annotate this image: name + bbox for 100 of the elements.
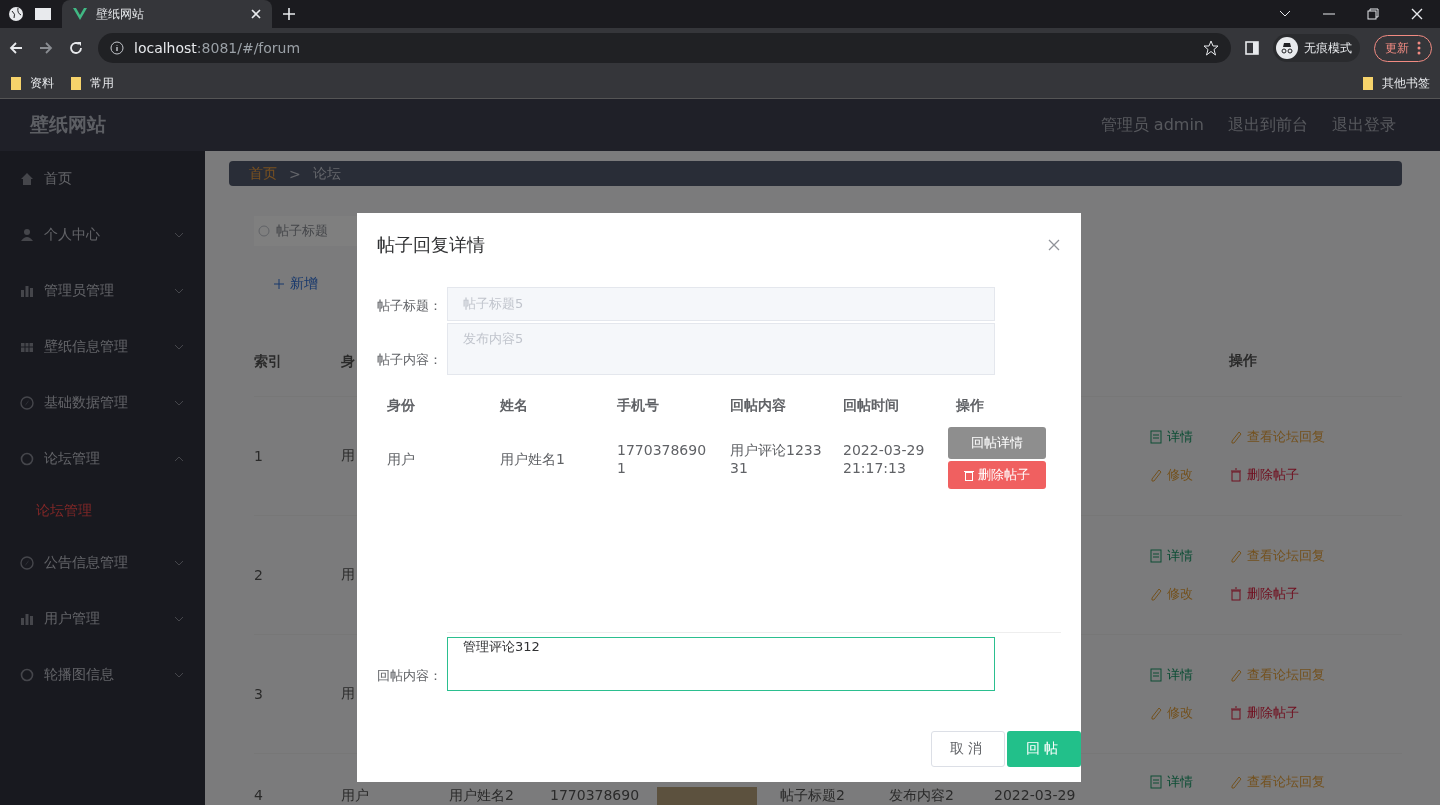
url-text: localhost:8081/#/forum [134,40,301,56]
table-cell: 2022-03-29 [994,787,1076,803]
sidebar-item[interactable]: 管理员管理 [0,263,205,319]
trash-icon [1229,587,1243,601]
column-header: 回帖内容 [730,397,786,415]
trash-icon [1229,468,1243,482]
search-icon [258,225,270,237]
breadcrumb-link[interactable]: 论坛 [312,164,341,183]
action-link[interactable]: 修改 [1149,585,1229,603]
compass-icon [20,396,34,410]
column-header: 身 [341,352,355,370]
breadcrumb-link[interactable]: 首页 [249,164,277,183]
action-link[interactable]: 修改 [1149,466,1229,484]
table-cell: 用户 [341,787,369,803]
pencil-icon [1149,706,1163,720]
close-button[interactable] [1047,238,1061,252]
action-link[interactable]: 详情 [1149,547,1229,565]
trash-icon [963,469,974,481]
table-cell: 用 [341,566,355,584]
table-cell: 4 [254,787,263,803]
bookmark[interactable]: 资料 [10,74,54,92]
star-icon [1203,40,1219,56]
sidebar-item[interactable]: 壁纸信息管理 [0,319,205,375]
sidebar-item[interactable]: 基础数据管理 [0,375,205,431]
sidebar-item[interactable]: 轮播图信息 [0,647,205,703]
sidebar-item[interactable]: 首页 [0,151,205,207]
document-icon [1149,668,1163,682]
reload-icon [68,40,84,56]
add-button[interactable]: 新增 [268,274,338,294]
sidebar-item[interactable]: 论坛管理 [0,431,205,487]
document-icon [1149,549,1163,563]
table-cell: 3 [254,686,263,702]
breadcrumb-separator: > [289,165,301,182]
ring-icon [20,452,34,466]
address-bar[interactable]: localhost:8081/#/forum [98,33,1231,63]
column-header: 操作 [956,397,984,415]
sidebar-item[interactable]: 个人中心 [0,207,205,263]
bar-chart-icon [20,612,34,626]
table-cell: 用 [341,685,355,703]
pencil-icon [1229,430,1243,444]
window-icon [34,6,52,22]
action-link[interactable]: 查看论坛回复 [1229,547,1349,565]
table-cell: 用户姓名2 [449,787,514,803]
more-icon[interactable] [1417,41,1421,55]
document-icon [1149,775,1163,789]
pencil-icon [1229,549,1243,563]
info-icon [110,41,124,55]
site-title: 壁纸网站 [30,112,106,137]
column-header: 回帖时间 [843,397,899,415]
side-panel-icon [1245,41,1259,55]
v-logo-icon [72,6,88,22]
table-cell: 2 [254,567,263,583]
action-link[interactable]: 删除帖子 [1229,704,1349,722]
action-link[interactable]: 删除帖子 [1229,466,1349,484]
sidebar-item[interactable]: 用户管理 [0,591,205,647]
bookmark[interactable]: 其他书签 [1362,74,1430,92]
action-link[interactable]: 查看论坛回复 [1229,428,1349,446]
folder-icon [70,76,82,90]
action-link[interactable]: 详情 [1149,666,1229,684]
field-label: 帖子内容： [377,351,443,369]
table-cell: 帖子标题2 [780,787,845,803]
column-header: 手机号 [617,397,659,415]
compass-icon [20,556,34,570]
submit-button[interactable]: 回帖 [1007,731,1081,767]
close-icon [250,8,262,20]
globe-icon [8,6,24,22]
column-header: 身份 [387,397,415,415]
incognito-badge[interactable]: 无痕模式 [1273,34,1360,62]
pencil-icon [1229,668,1243,682]
document-icon [1149,430,1163,444]
action-link[interactable]: 修改 [1149,704,1229,722]
table-cell-text: 2022-03-29 21:17:13 [843,440,926,478]
ring-icon [20,668,34,682]
action-link[interactable]: 详情 [1149,428,1229,446]
browser-tab[interactable]: 壁纸网站 [62,0,272,28]
action-link[interactable]: 查看论坛回复 [1229,774,1349,790]
sidebar-subitem[interactable]: 论坛管理 [0,487,205,535]
delete-button[interactable]: 删除帖子 [947,461,1046,489]
new-tab-icon [282,7,296,21]
action-link[interactable]: 删除帖子 [1229,585,1349,603]
action-link[interactable]: 查看论坛回复 [1229,666,1349,684]
column-header: 索引 [254,352,282,370]
folder-icon [10,76,22,90]
column-header: 操作 [1228,351,1258,370]
action-link[interactable]: 详情 [1149,774,1229,790]
house-icon [20,172,34,186]
column-header: 姓名 [500,397,528,415]
field-label: 回帖内容： [377,667,443,685]
table-cell: 用户 [387,449,415,469]
sidebar-item[interactable]: 公告信息管理 [0,535,205,591]
bookmark[interactable]: 常用 [70,74,114,92]
table-cell: 用户评论123331 [730,440,823,478]
pencil-icon [1149,587,1163,601]
reply-field[interactable]: 管理评论312 [447,637,995,691]
table-cell-text: 17703786901 [617,440,708,478]
dialog-title: 帖子回复详情 [377,233,485,257]
detail-button[interactable]: 回帖详情 [947,427,1046,459]
close-icon [1410,7,1424,21]
cancel-button[interactable]: 取消 [931,731,1005,767]
pencil-icon [1229,775,1243,789]
